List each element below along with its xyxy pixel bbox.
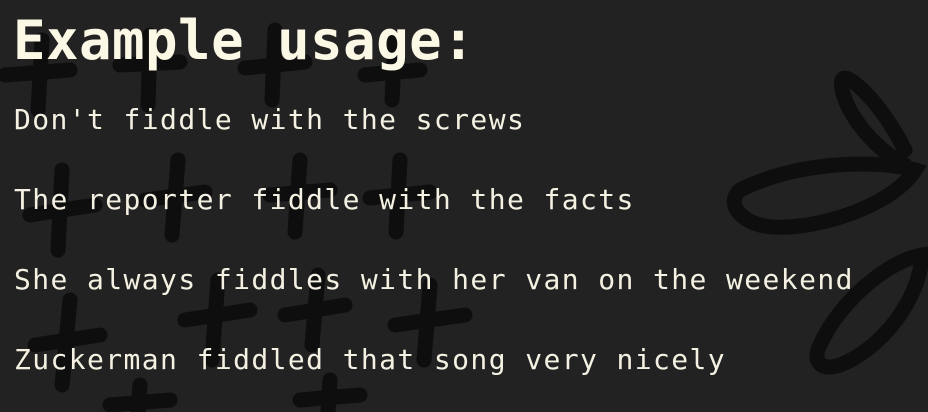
example-sentence-4: Zuckerman fiddled that song very nicely — [14, 343, 727, 376]
leaf-doodle — [726, 156, 927, 235]
page-title: Example usage: — [13, 9, 476, 72]
example-sentence-2: The reporter fiddle with the facts — [14, 183, 635, 216]
plus-doodle — [292, 372, 368, 412]
plus-doodle — [102, 377, 178, 412]
example-sentence-3: She always fiddles with her van on the w… — [14, 263, 854, 296]
example-sentence-1: Don't fiddle with the screws — [14, 103, 526, 136]
example-usage-card: Example usage: Don't fiddle with the scr… — [0, 0, 928, 412]
leaf-doodle — [834, 70, 913, 173]
